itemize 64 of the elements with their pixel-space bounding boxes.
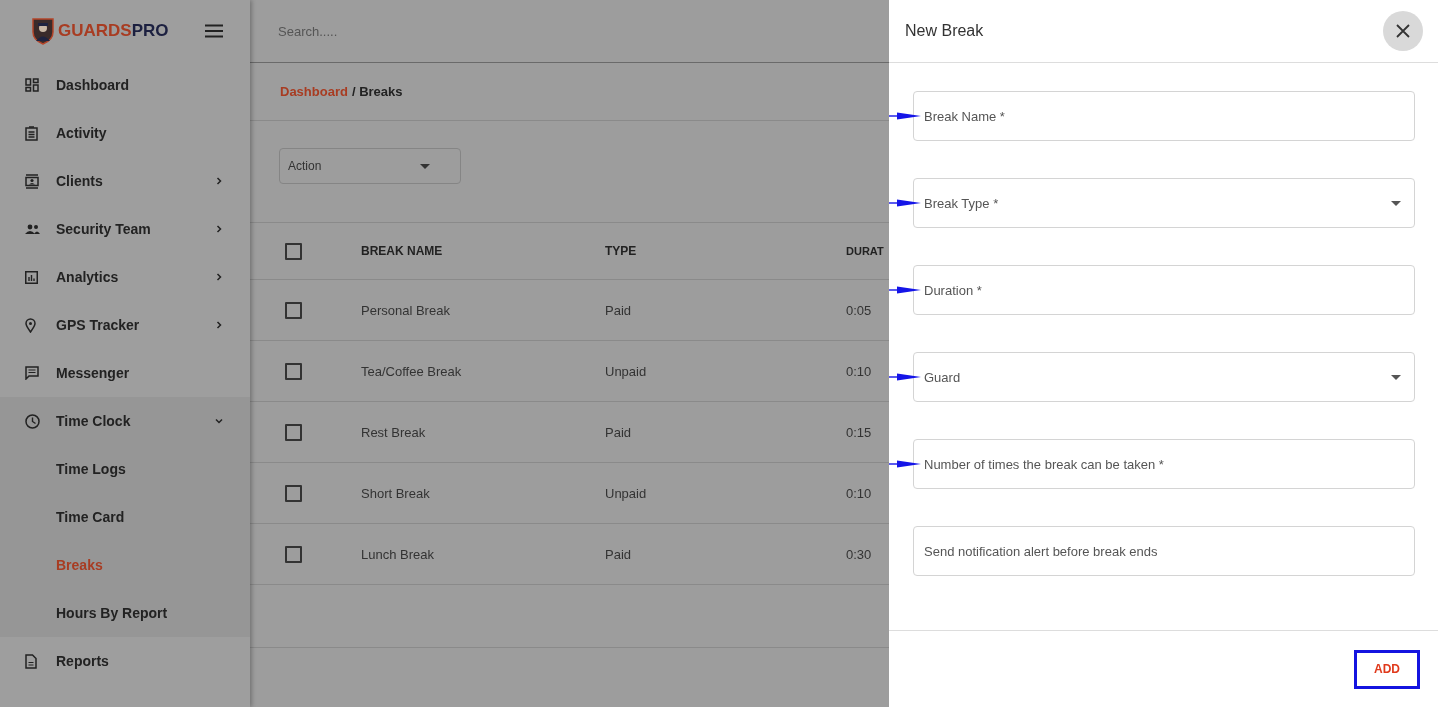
location-pin-icon	[25, 317, 36, 333]
sidebar-item[interactable]: Clients	[0, 157, 250, 205]
column-header: DURAT	[846, 245, 885, 257]
input-field[interactable]: Duration *	[913, 265, 1415, 315]
sidebar-item[interactable]: Security Team	[0, 205, 250, 253]
table-cell-text: Paid	[605, 546, 633, 562]
sidebar-item[interactable]: Messenger	[0, 349, 250, 397]
sidebar-item[interactable]: Reports	[0, 637, 250, 685]
clock-icon	[25, 413, 40, 429]
table-cell-text: Personal Break	[361, 302, 451, 318]
input-field[interactable]: Send notification alert before break ends	[913, 526, 1415, 576]
message-icon	[25, 366, 39, 380]
select-all-checkbox[interactable]	[285, 242, 302, 260]
input-field[interactable]: Number of times the break can be taken *	[913, 439, 1415, 489]
guard-shield-logo-icon	[32, 16, 54, 45]
sidebar-item[interactable]: Dashboard	[0, 61, 250, 109]
document-icon	[25, 653, 37, 669]
dashboard-grid-icon	[25, 78, 39, 92]
close-button[interactable]	[1383, 11, 1423, 51]
dropdown-caret-icon	[420, 163, 430, 169]
sidebar-subitem[interactable]: Time Logs	[0, 445, 250, 493]
row-checkbox[interactable]	[285, 484, 302, 502]
menu-icon[interactable]	[205, 23, 223, 38]
sidebar-subitem[interactable]: Hours By Report	[0, 589, 250, 637]
action-dropdown[interactable]: Action	[279, 148, 461, 184]
select-field[interactable]: Break Type *	[913, 178, 1415, 228]
dropdown-caret-icon	[1391, 374, 1401, 380]
sidebar-subitem[interactable]: Time Card	[0, 493, 250, 541]
table-cell-text: Paid	[605, 302, 633, 318]
row-checkbox[interactable]	[285, 423, 302, 441]
sidebar-item[interactable]: Activity	[0, 109, 250, 157]
table-cell-text: Paid	[605, 424, 633, 440]
input-field[interactable]: Break Name *	[913, 91, 1415, 141]
column-header: BREAK NAME	[361, 244, 444, 258]
row-checkbox[interactable]	[285, 545, 302, 563]
add-button[interactable]: ADD	[1354, 649, 1420, 689]
table-cell-text: 0:15	[846, 424, 873, 440]
table-cell-text: 0:10	[846, 363, 873, 379]
row-checkbox[interactable]	[285, 301, 302, 319]
table-cell-text: Lunch Break	[361, 546, 435, 562]
table-cell-text: Short Break	[361, 485, 431, 501]
table-cell-text: Unpaid	[605, 363, 648, 379]
sidebar-item[interactable]: Analytics	[0, 253, 250, 301]
people-icon	[25, 224, 40, 234]
clipboard-icon	[25, 125, 38, 141]
table-cell-text: Tea/Coffee Break	[361, 363, 463, 379]
table-cell-text: 0:10	[846, 485, 873, 501]
table-cell-text: 0:30	[846, 546, 873, 562]
table-cell-text: Rest Break	[361, 424, 427, 440]
drawer-title: New Break	[905, 22, 984, 40]
search-field[interactable]: Search.....	[276, 22, 580, 40]
select-field[interactable]: Guard	[913, 352, 1415, 402]
sidebar-item[interactable]: GPS Tracker	[0, 301, 250, 349]
dropdown-caret-icon	[1391, 200, 1401, 206]
bar-chart-icon	[25, 270, 38, 284]
sidebar-item[interactable]: Time Clock	[0, 397, 250, 445]
table-cell-text: Unpaid	[605, 485, 648, 501]
contact-card-icon	[25, 173, 39, 189]
row-checkbox[interactable]	[285, 362, 302, 380]
breadcrumb-current: / Breaks	[351, 84, 403, 99]
table-cell-text: 0:05	[846, 302, 873, 318]
logo-text: GUARDSPRO	[58, 20, 169, 41]
close-icon	[1396, 24, 1410, 38]
column-header: TYPE	[605, 244, 638, 258]
